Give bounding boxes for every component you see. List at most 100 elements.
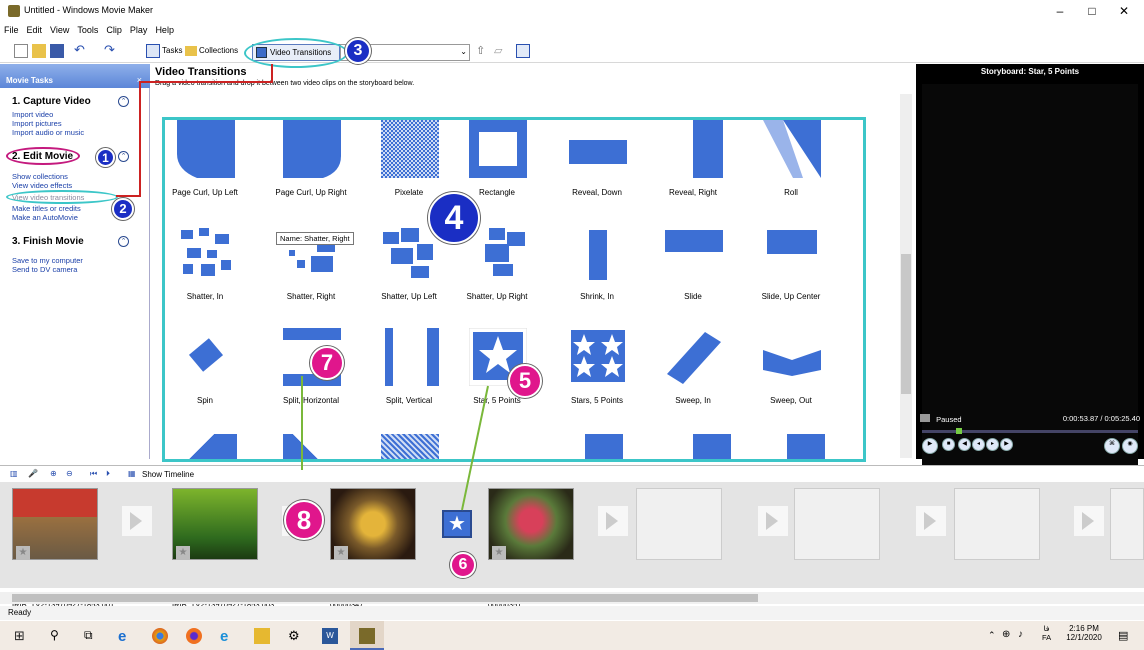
transition-slot[interactable]: [758, 506, 788, 536]
task-view-icon[interactable]: ⧉: [84, 628, 100, 644]
firefox-icon[interactable]: [186, 628, 202, 644]
collapse-finish-icon[interactable]: ⌃: [118, 236, 129, 247]
transition-item[interactable]: Slide, Up Center: [743, 224, 839, 328]
volume-icon[interactable]: ♪: [1018, 629, 1023, 640]
menu-file[interactable]: File: [0, 22, 23, 38]
windows-start-icon[interactable]: ⊞: [14, 628, 30, 644]
link-make-titles[interactable]: Make titles or credits: [12, 204, 81, 213]
play-button[interactable]: ▶: [922, 438, 938, 454]
views-icon[interactable]: [516, 44, 530, 58]
notifications-icon[interactable]: ▤: [1118, 629, 1128, 642]
transition-item[interactable]: Slide: [645, 224, 741, 328]
collections-icon[interactable]: [185, 46, 197, 56]
seek-handle[interactable]: [956, 428, 962, 434]
video-effect-star-icon[interactable]: ★: [176, 546, 190, 560]
star-transition-icon[interactable]: ★: [442, 510, 472, 538]
zoom-out-icon[interactable]: ⊖: [66, 469, 73, 478]
storyboard-icon[interactable]: ▥: [10, 469, 18, 478]
menu-help[interactable]: Help: [151, 22, 178, 38]
word-icon[interactable]: W: [322, 628, 338, 644]
tray-chevron-icon[interactable]: ⌃: [988, 630, 996, 641]
close-button[interactable]: ✕: [1110, 2, 1138, 20]
chrome-icon[interactable]: [152, 628, 168, 644]
collapse-capture-icon[interactable]: ⌃: [118, 96, 129, 107]
forward-button[interactable]: ▶: [1000, 438, 1013, 451]
transition-item[interactable]: Page Curl, Up Left: [165, 120, 253, 224]
show-timeline-button[interactable]: Show Timeline: [142, 470, 194, 479]
link-send-to-dv[interactable]: Send to DV camera: [12, 265, 77, 274]
transition-partial[interactable]: [693, 434, 731, 459]
tasks-close-button[interactable]: ×: [137, 75, 142, 85]
menu-tools[interactable]: Tools: [73, 22, 102, 38]
transition-partial[interactable]: [585, 434, 623, 459]
menu-view[interactable]: View: [46, 22, 73, 38]
transition-slot[interactable]: [1074, 506, 1104, 536]
menu-play[interactable]: Play: [126, 22, 152, 38]
movie-maker-taskbar-button[interactable]: [350, 621, 384, 650]
new-project-icon[interactable]: [14, 44, 28, 58]
transition-slot[interactable]: [598, 506, 628, 536]
input-language[interactable]: فا FA: [1042, 624, 1051, 642]
minimize-button[interactable]: –: [1046, 2, 1074, 20]
transition-partial[interactable]: [381, 434, 439, 459]
transition-item[interactable]: Shatter, In: [165, 224, 253, 328]
ie-icon[interactable]: e: [118, 628, 134, 645]
maximize-button[interactable]: □: [1078, 2, 1106, 20]
menu-edit[interactable]: Edit: [23, 22, 47, 38]
menu-clip[interactable]: Clip: [102, 22, 126, 38]
transition-partial[interactable]: [787, 434, 825, 459]
clip-4[interactable]: ★: [476, 488, 584, 572]
link-import-audio[interactable]: Import audio or music: [12, 128, 84, 137]
empty-clip-slot[interactable]: [1110, 488, 1144, 560]
next-frame-button[interactable]: ▸: [986, 438, 999, 451]
transition-slot[interactable]: [916, 506, 946, 536]
section-edit-movie[interactable]: 2. Edit Movie: [12, 151, 73, 162]
split-clip-button[interactable]: ⌘: [1104, 438, 1120, 454]
up-folder-icon[interactable]: ⇧: [476, 44, 490, 58]
empty-clip-slot[interactable]: [794, 488, 880, 560]
link-show-collections[interactable]: Show collections: [12, 172, 68, 181]
transition-item[interactable]: Roll: [743, 120, 839, 224]
clip-1[interactable]: ★: [0, 488, 108, 572]
section-finish-movie[interactable]: 3. Finish Movie: [12, 236, 84, 247]
video-effect-star-icon[interactable]: ★: [16, 546, 30, 560]
tasks-icon[interactable]: [146, 44, 160, 58]
transition-item[interactable]: Sweep, In: [645, 328, 741, 432]
collections-button[interactable]: Collections: [199, 46, 238, 55]
link-view-video-transitions[interactable]: View video transitions: [12, 193, 84, 202]
zoom-in-icon[interactable]: ⊕: [50, 469, 57, 478]
narrate-icon[interactable]: 🎤: [28, 469, 38, 478]
edge-icon[interactable]: e: [220, 628, 236, 645]
new-folder-icon[interactable]: ▱: [494, 44, 508, 58]
undo-icon[interactable]: ↶: [74, 43, 88, 58]
section-capture-video[interactable]: 1. Capture Video: [12, 96, 91, 107]
redo-icon[interactable]: ↷: [104, 43, 118, 58]
link-import-video[interactable]: Import video: [12, 110, 53, 119]
transition-slot[interactable]: [122, 506, 152, 536]
open-project-icon[interactable]: [32, 44, 46, 58]
transition-item[interactable]: Sweep, Out: [743, 328, 839, 432]
link-import-pictures[interactable]: Import pictures: [12, 119, 62, 128]
collapse-edit-icon[interactable]: ⌃: [118, 151, 129, 162]
link-make-automovie[interactable]: Make an AutoMovie: [12, 213, 78, 222]
clock[interactable]: 2:16 PM 12/1/2020: [1064, 624, 1104, 642]
settings-icon[interactable]: ⚙: [288, 628, 304, 644]
transition-partial[interactable]: [179, 434, 237, 459]
snapshot-button[interactable]: ◉: [1122, 438, 1138, 454]
video-effect-star-icon[interactable]: ★: [492, 546, 506, 560]
network-icon[interactable]: ⊕: [1002, 629, 1010, 640]
content-scrollbar[interactable]: [900, 94, 912, 458]
transition-item[interactable]: Page Curl, Up Right: [263, 120, 359, 224]
transition-item[interactable]: Shrink, In: [549, 224, 645, 328]
back-button[interactable]: ◀: [958, 438, 971, 451]
link-save-to-computer[interactable]: Save to my computer: [12, 256, 83, 265]
transition-item[interactable]: Reveal, Right: [645, 120, 741, 224]
link-view-video-effects[interactable]: View video effects: [12, 181, 72, 190]
tasks-button[interactable]: Tasks: [162, 46, 182, 55]
scroll-thumb[interactable]: [901, 254, 911, 394]
stop-button[interactable]: ■: [942, 438, 955, 451]
clip-2[interactable]: ★: [160, 488, 268, 572]
chevron-down-icon[interactable]: ⌄: [460, 47, 467, 56]
save-project-icon[interactable]: [50, 44, 64, 58]
empty-clip-slot[interactable]: [636, 488, 722, 560]
